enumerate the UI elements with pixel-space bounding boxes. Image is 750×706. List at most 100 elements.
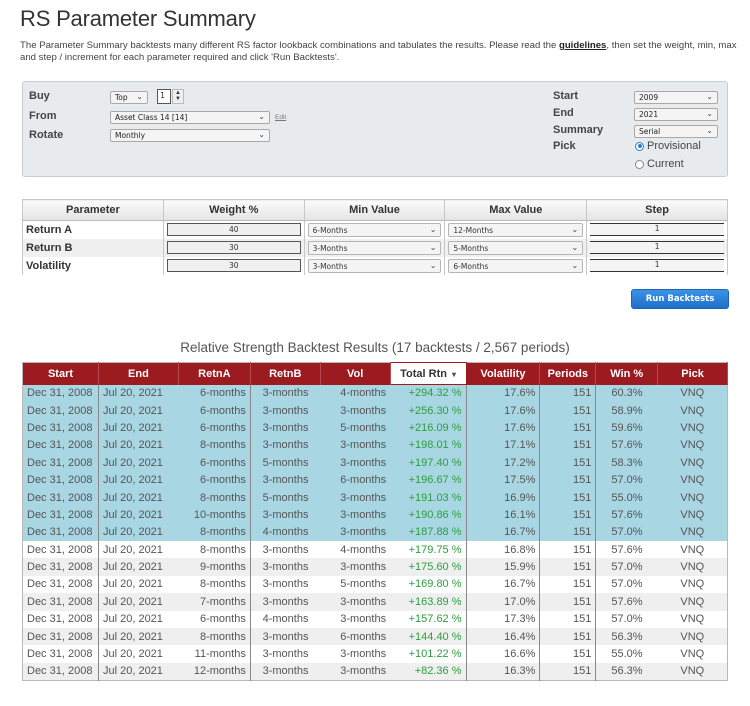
results-row[interactable]: Dec 31, 2008 Jul 20, 2021 6-months 3-months… <box>22 419 728 437</box>
results-row[interactable]: Dec 31, 2008 Jul 20, 2021 9-months 3-months… <box>22 558 728 576</box>
results-row[interactable]: Dec 31, 2008 Jul 20, 2021 6-months 3-months… <box>22 471 728 489</box>
results-cell: VNQ <box>657 506 728 524</box>
parameter-table-header: Parameter Weight % Min Value Max Value S… <box>22 199 728 221</box>
results-cell: 16.9% <box>466 488 541 507</box>
col-header-label: Vol <box>347 367 364 380</box>
results-row[interactable]: Dec 31, 2008 Jul 20, 2021 6-months 4-months… <box>22 610 728 628</box>
results-cell: VNQ <box>657 645 728 663</box>
edit-link[interactable]: Edit <box>275 114 286 121</box>
results-cell: 3-months <box>320 401 391 420</box>
results-cell: 8-months <box>178 627 251 646</box>
results-cell: 5-months <box>320 575 391 594</box>
results-col-header[interactable]: Start <box>22 362 99 385</box>
parameter-weight-cell: 30 <box>162 238 305 257</box>
results-row[interactable]: Dec 31, 2008 Jul 20, 2021 8-months 5-months… <box>22 488 728 507</box>
results-col-header[interactable]: Periods <box>539 362 597 385</box>
chevron-down-icon: ⌄ <box>706 92 713 101</box>
results-cell: 17.5% <box>466 471 541 489</box>
results-cell: +101.22 % <box>390 645 467 663</box>
min-value-select[interactable]: 6-Months ⌄ <box>307 222 442 237</box>
guidelines-link[interactable]: guidelines <box>559 40 606 51</box>
rotate-label: Rotate <box>29 129 64 141</box>
min-value: 3-Months <box>312 243 348 253</box>
results-row[interactable]: Dec 31, 2008 Jul 20, 2021 6-months 3-months… <box>22 401 728 420</box>
results-col-header[interactable]: End <box>98 362 179 385</box>
from-label: From <box>29 110 57 122</box>
results-row[interactable]: Dec 31, 2008 Jul 20, 2021 8-months 3-months… <box>22 541 728 559</box>
step-input[interactable]: 1 <box>590 259 724 272</box>
results-row[interactable]: Dec 31, 2008 Jul 20, 2021 12-months 3-month… <box>22 662 728 681</box>
radio-selected-icon[interactable] <box>635 141 644 151</box>
col-header-label: End <box>128 367 149 380</box>
summary-value: Serial <box>639 127 661 136</box>
results-col-header[interactable]: RetnB <box>250 362 321 385</box>
results-cell: 12-months <box>178 662 251 681</box>
min-value-select[interactable]: 3-Months ⌄ <box>307 258 442 273</box>
from-select[interactable]: Asset Class 14 [14] ⌄ <box>110 111 270 124</box>
results-cell: 5-months <box>250 488 321 507</box>
results-cell: +198.01 % <box>390 436 467 455</box>
results-cell: Jul 20, 2021 <box>98 384 179 402</box>
results-row[interactable]: Dec 31, 2008 Jul 20, 2021 11-months 3-month… <box>22 645 728 663</box>
results-col-header[interactable]: Win % <box>595 362 659 385</box>
max-value-select[interactable]: 6-Months ⌄ <box>448 258 584 273</box>
results-row[interactable]: Dec 31, 2008 Jul 20, 2021 6-months 5-months… <box>22 454 728 472</box>
results-row[interactable]: Dec 31, 2008 Jul 20, 2021 8-months 3-months… <box>22 575 728 594</box>
results-table: Start End RetnA RetnB Vol Total Rtn ▾ Volatilit… <box>22 362 728 681</box>
results-col-header[interactable]: Volatility <box>466 362 541 385</box>
step-input[interactable]: 1 <box>590 241 724 254</box>
results-col-header[interactable]: Pick <box>657 362 728 385</box>
results-row[interactable]: Dec 31, 2008 Jul 20, 2021 6-months 3-months… <box>22 384 728 402</box>
parameter-weight-cell: 30 <box>162 256 305 275</box>
sort-descending-icon[interactable]: ▾ <box>452 370 456 379</box>
results-col-header[interactable]: Total Rtn ▾ <box>389 362 467 385</box>
col-header-weight: Weight % <box>162 199 305 221</box>
results-cell: VNQ <box>657 436 728 455</box>
results-cell: Dec 31, 2008 <box>22 488 99 507</box>
start-select[interactable]: 2009 ⌄ <box>634 91 718 104</box>
max-value-select[interactable]: 5-Months ⌄ <box>448 240 584 255</box>
results-cell: 55.0% <box>595 645 658 663</box>
pick-current-radio[interactable]: Current <box>635 158 684 170</box>
results-row[interactable]: Dec 31, 2008 Jul 20, 2021 10-months 3-month… <box>22 506 728 524</box>
results-cell: 151 <box>539 541 597 559</box>
weight-input[interactable]: 30 <box>166 259 301 272</box>
results-cell: Jul 20, 2021 <box>98 488 179 507</box>
weight-input[interactable]: 30 <box>166 241 301 254</box>
results-row[interactable]: Dec 31, 2008 Jul 20, 2021 8-months 3-months… <box>22 627 728 646</box>
weight-input[interactable]: 40 <box>166 223 301 237</box>
results-col-header[interactable]: Vol <box>320 362 391 385</box>
results-cell: 16.6% <box>466 645 541 663</box>
results-cell: +169.80 % <box>390 575 467 594</box>
max-value-select[interactable]: 12-Months ⌄ <box>448 222 584 237</box>
results-row[interactable]: Dec 31, 2008 Jul 20, 2021 8-months 3-months… <box>22 436 728 455</box>
results-row[interactable]: Dec 31, 2008 Jul 20, 2021 8-months 4-months… <box>22 523 728 542</box>
buy-count-input[interactable]: 1 <box>157 89 171 104</box>
spin-down-icon[interactable]: ▼ <box>173 96 183 102</box>
buy-mode-select[interactable]: Top ⌄ <box>110 91 148 104</box>
end-select[interactable]: 2021 ⌄ <box>634 108 718 121</box>
min-value-select[interactable]: 3-Months ⌄ <box>307 240 442 255</box>
results-col-header[interactable]: RetnA <box>178 362 251 385</box>
results-cell: Jul 20, 2021 <box>98 575 179 594</box>
results-cell: 151 <box>539 558 597 576</box>
parameter-row: Volatility 30 3-Months ⌄ 6-Months ⌄ 1 <box>22 256 728 275</box>
pick-provisional-radio[interactable]: Provisional <box>635 140 701 152</box>
results-cell: 3-months <box>250 662 321 681</box>
results-cell: +216.09 % <box>390 419 467 437</box>
results-cell: +157.62 % <box>390 610 467 628</box>
summary-label: Summary <box>553 124 604 136</box>
summary-select[interactable]: Serial ⌄ <box>634 125 718 138</box>
step-input[interactable]: 1 <box>590 223 724 237</box>
results-cell: Dec 31, 2008 <box>22 401 99 420</box>
buy-count-spinner[interactable]: ▲ ▼ <box>172 89 184 104</box>
results-cell: Dec 31, 2008 <box>22 645 99 663</box>
results-cell: 5-months <box>320 419 391 437</box>
run-backtests-button[interactable]: Run Backtests <box>631 289 729 309</box>
results-row[interactable]: Dec 31, 2008 Jul 20, 2021 7-months 3-months… <box>22 593 728 611</box>
results-cell: 6-months <box>178 401 251 420</box>
radio-unselected-icon[interactable] <box>635 159 644 169</box>
col-header-label: Win % <box>610 367 644 380</box>
intro-text: The Parameter Summary backtests many dif… <box>20 40 740 64</box>
rotate-select[interactable]: Monthly ⌄ <box>110 129 270 142</box>
